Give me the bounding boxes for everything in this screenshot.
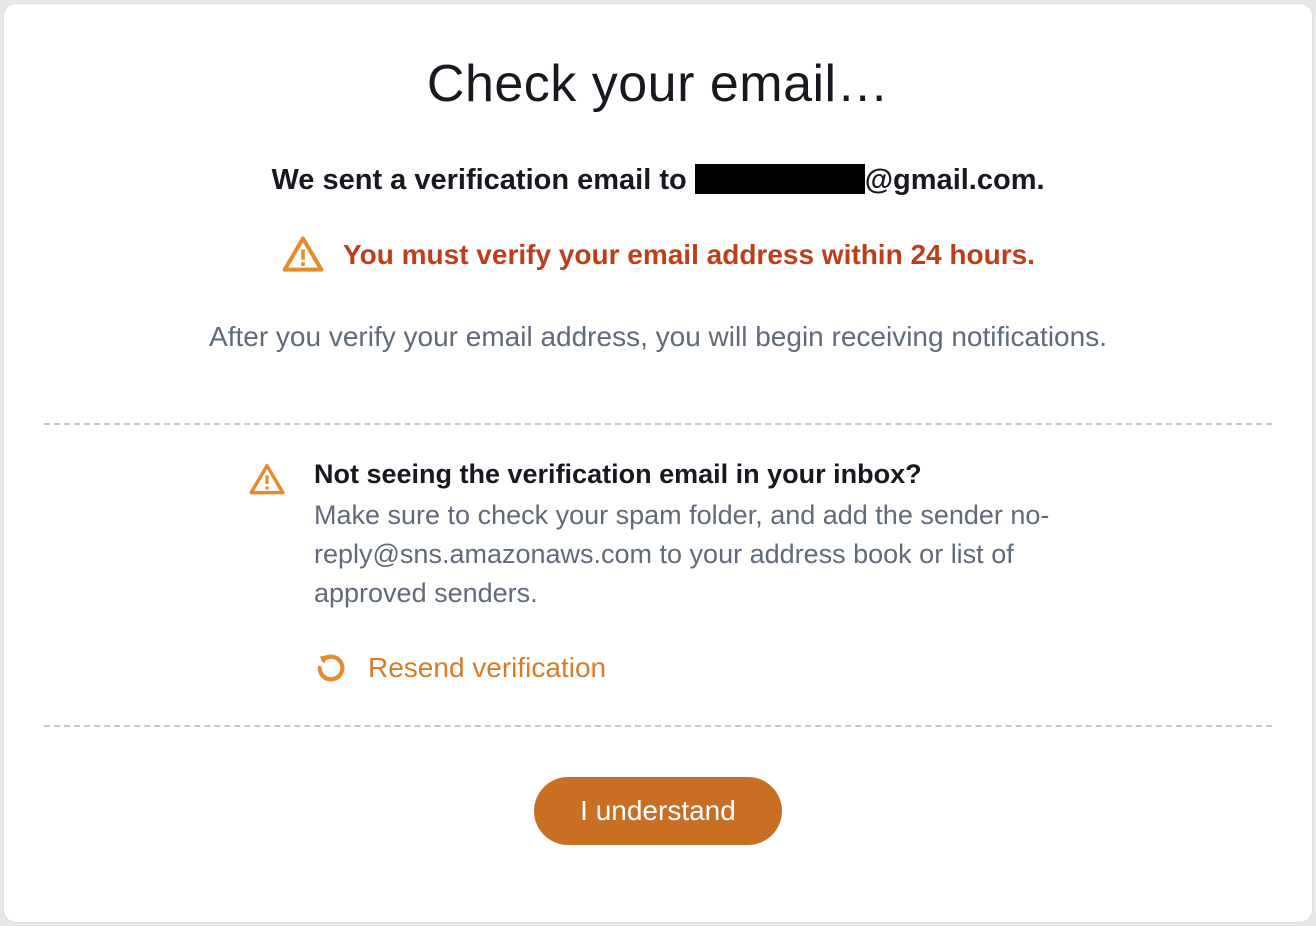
refresh-icon [314, 651, 348, 685]
warning-icon [281, 233, 325, 277]
divider-bottom [44, 725, 1272, 727]
verify-warning-row: You must verify your email address withi… [44, 233, 1272, 277]
help-body: Make sure to check your spam folder, and… [314, 496, 1068, 613]
warning-icon [248, 461, 286, 499]
help-title: Not seeing the verification email in you… [314, 459, 1068, 490]
after-verify-text: After you verify your email address, you… [44, 321, 1272, 353]
redacted-email-local [695, 164, 865, 194]
check-email-modal: Check your email… We sent a verification… [4, 4, 1312, 922]
help-block: Not seeing the verification email in you… [44, 425, 1272, 725]
modal-title: Check your email… [44, 54, 1272, 114]
resend-verification-link[interactable]: Resend verification [368, 652, 606, 684]
sent-email-domain: @gmail.com. [865, 164, 1045, 196]
verify-warning-text: You must verify your email address withi… [343, 239, 1035, 271]
sent-prefix: We sent a verification email to [271, 164, 694, 196]
sent-to-line: We sent a verification email to @gmail.c… [44, 164, 1272, 197]
i-understand-button[interactable]: I understand [534, 777, 782, 845]
